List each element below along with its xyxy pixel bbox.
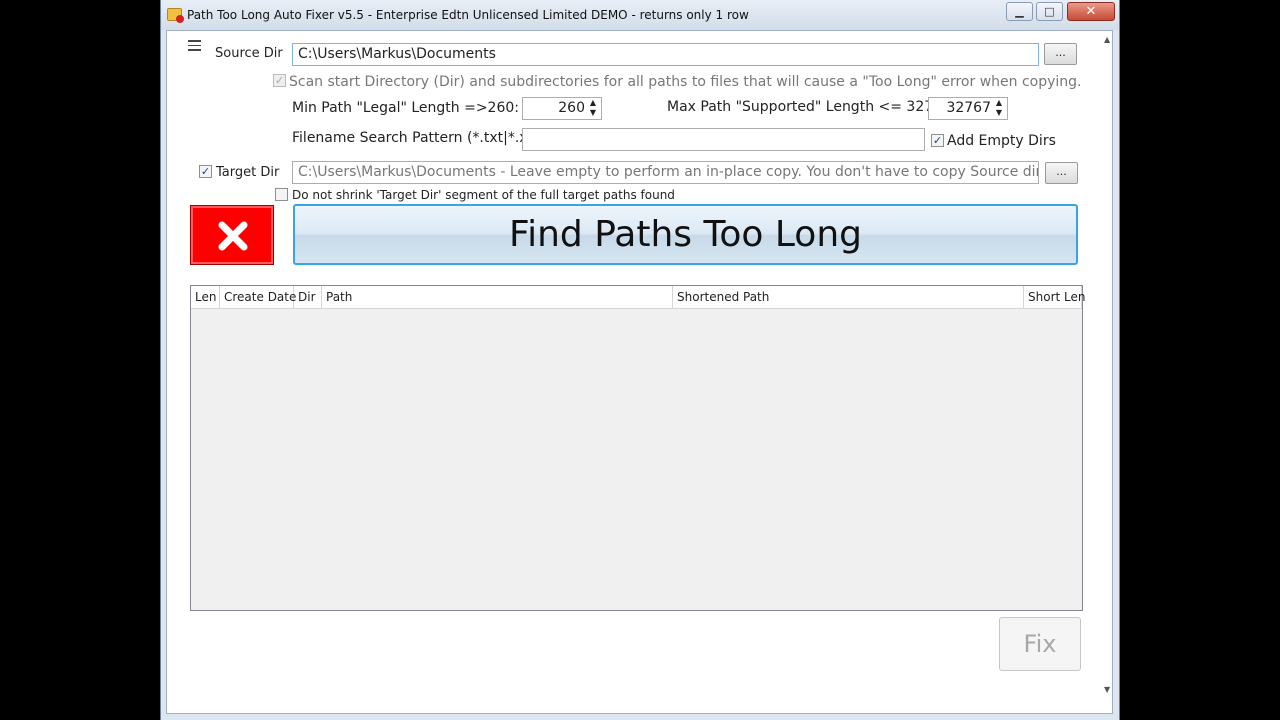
column-header-dir[interactable]: Dir [294,286,322,309]
filename-pattern-label: Filename Search Pattern (*.txt|*.xls?): [292,130,557,146]
max-path-spinner[interactable]: 32767 ▲ ▼ [928,97,1008,120]
scan-subdirs-checkbox[interactable]: ✓ [273,74,286,87]
no-shrink-checkbox[interactable] [275,188,288,201]
target-dir-checkbox[interactable]: ✓ [199,165,212,178]
filename-pattern-input[interactable] [522,128,925,151]
main-panel: ▲ ▼ Source Dir C:\Users\Markus\Documents… [166,30,1113,714]
source-browse-button[interactable]: ... [1044,43,1077,65]
close-x-icon [218,221,248,251]
maximize-button[interactable]: □ [1036,2,1063,21]
window-title: Path Too Long Auto Fixer v5.5 - Enterpri… [187,8,749,22]
find-paths-button[interactable]: Find Paths Too Long [293,204,1078,265]
column-header-create-date[interactable]: Create Date [220,286,296,309]
results-grid[interactable]: Len Create Date Dir Path Shortened Path … [190,285,1085,611]
fix-button[interactable]: Fix [999,617,1081,671]
add-empty-dirs-checkbox[interactable]: ✓ [931,134,944,147]
column-header-path[interactable]: Path [322,286,673,309]
title-bar[interactable]: Path Too Long Auto Fixer v5.5 - Enterpri… [161,0,1119,30]
column-header-short-len[interactable]: Short Len [1024,286,1085,309]
min-path-label: Min Path "Legal" Length =>260: [292,100,519,116]
source-dir-input[interactable]: C:\Users\Markus\Documents [292,43,1039,66]
no-shrink-label: Do not shrink 'Target Dir' segment of th… [292,188,675,202]
app-window: Path Too Long Auto Fixer v5.5 - Enterpri… [160,0,1120,720]
add-empty-dirs-label: Add Empty Dirs [947,133,1056,149]
scroll-down-arrow-icon[interactable]: ▼ [1104,685,1110,694]
scroll-up-arrow-icon[interactable]: ▲ [1104,35,1110,44]
column-header-shortened-path[interactable]: Shortened Path [673,286,1024,309]
min-path-spinner[interactable]: 260 ▲ ▼ [522,97,602,120]
min-path-value: 260 [558,100,585,116]
target-dir-label: Target Dir [216,165,280,180]
scan-subdirs-label: Scan start Directory (Dir) and subdirect… [289,74,1082,90]
source-dir-label: Source Dir [215,46,283,61]
target-browse-button[interactable]: ... [1045,162,1078,184]
hamburger-menu-icon[interactable] [188,40,201,51]
spinner-arrows-icon[interactable]: ▲ ▼ [993,98,1005,118]
close-button[interactable]: ✕ [1067,2,1115,21]
grid-header: Len Create Date Dir Path Shortened Path … [191,286,1085,309]
target-dir-input[interactable]: C:\Users\Markus\Documents - Leave empty … [292,161,1039,184]
spinner-arrows-icon[interactable]: ▲ ▼ [587,98,599,118]
app-icon [167,8,184,23]
max-path-value: 32767 [946,100,991,116]
max-path-label: Max Path "Supported" Length <= 32767 : [667,99,961,115]
minimize-button[interactable]: ▁ [1006,2,1033,21]
column-header-len[interactable]: Len [191,286,220,309]
stop-button[interactable] [190,205,274,265]
